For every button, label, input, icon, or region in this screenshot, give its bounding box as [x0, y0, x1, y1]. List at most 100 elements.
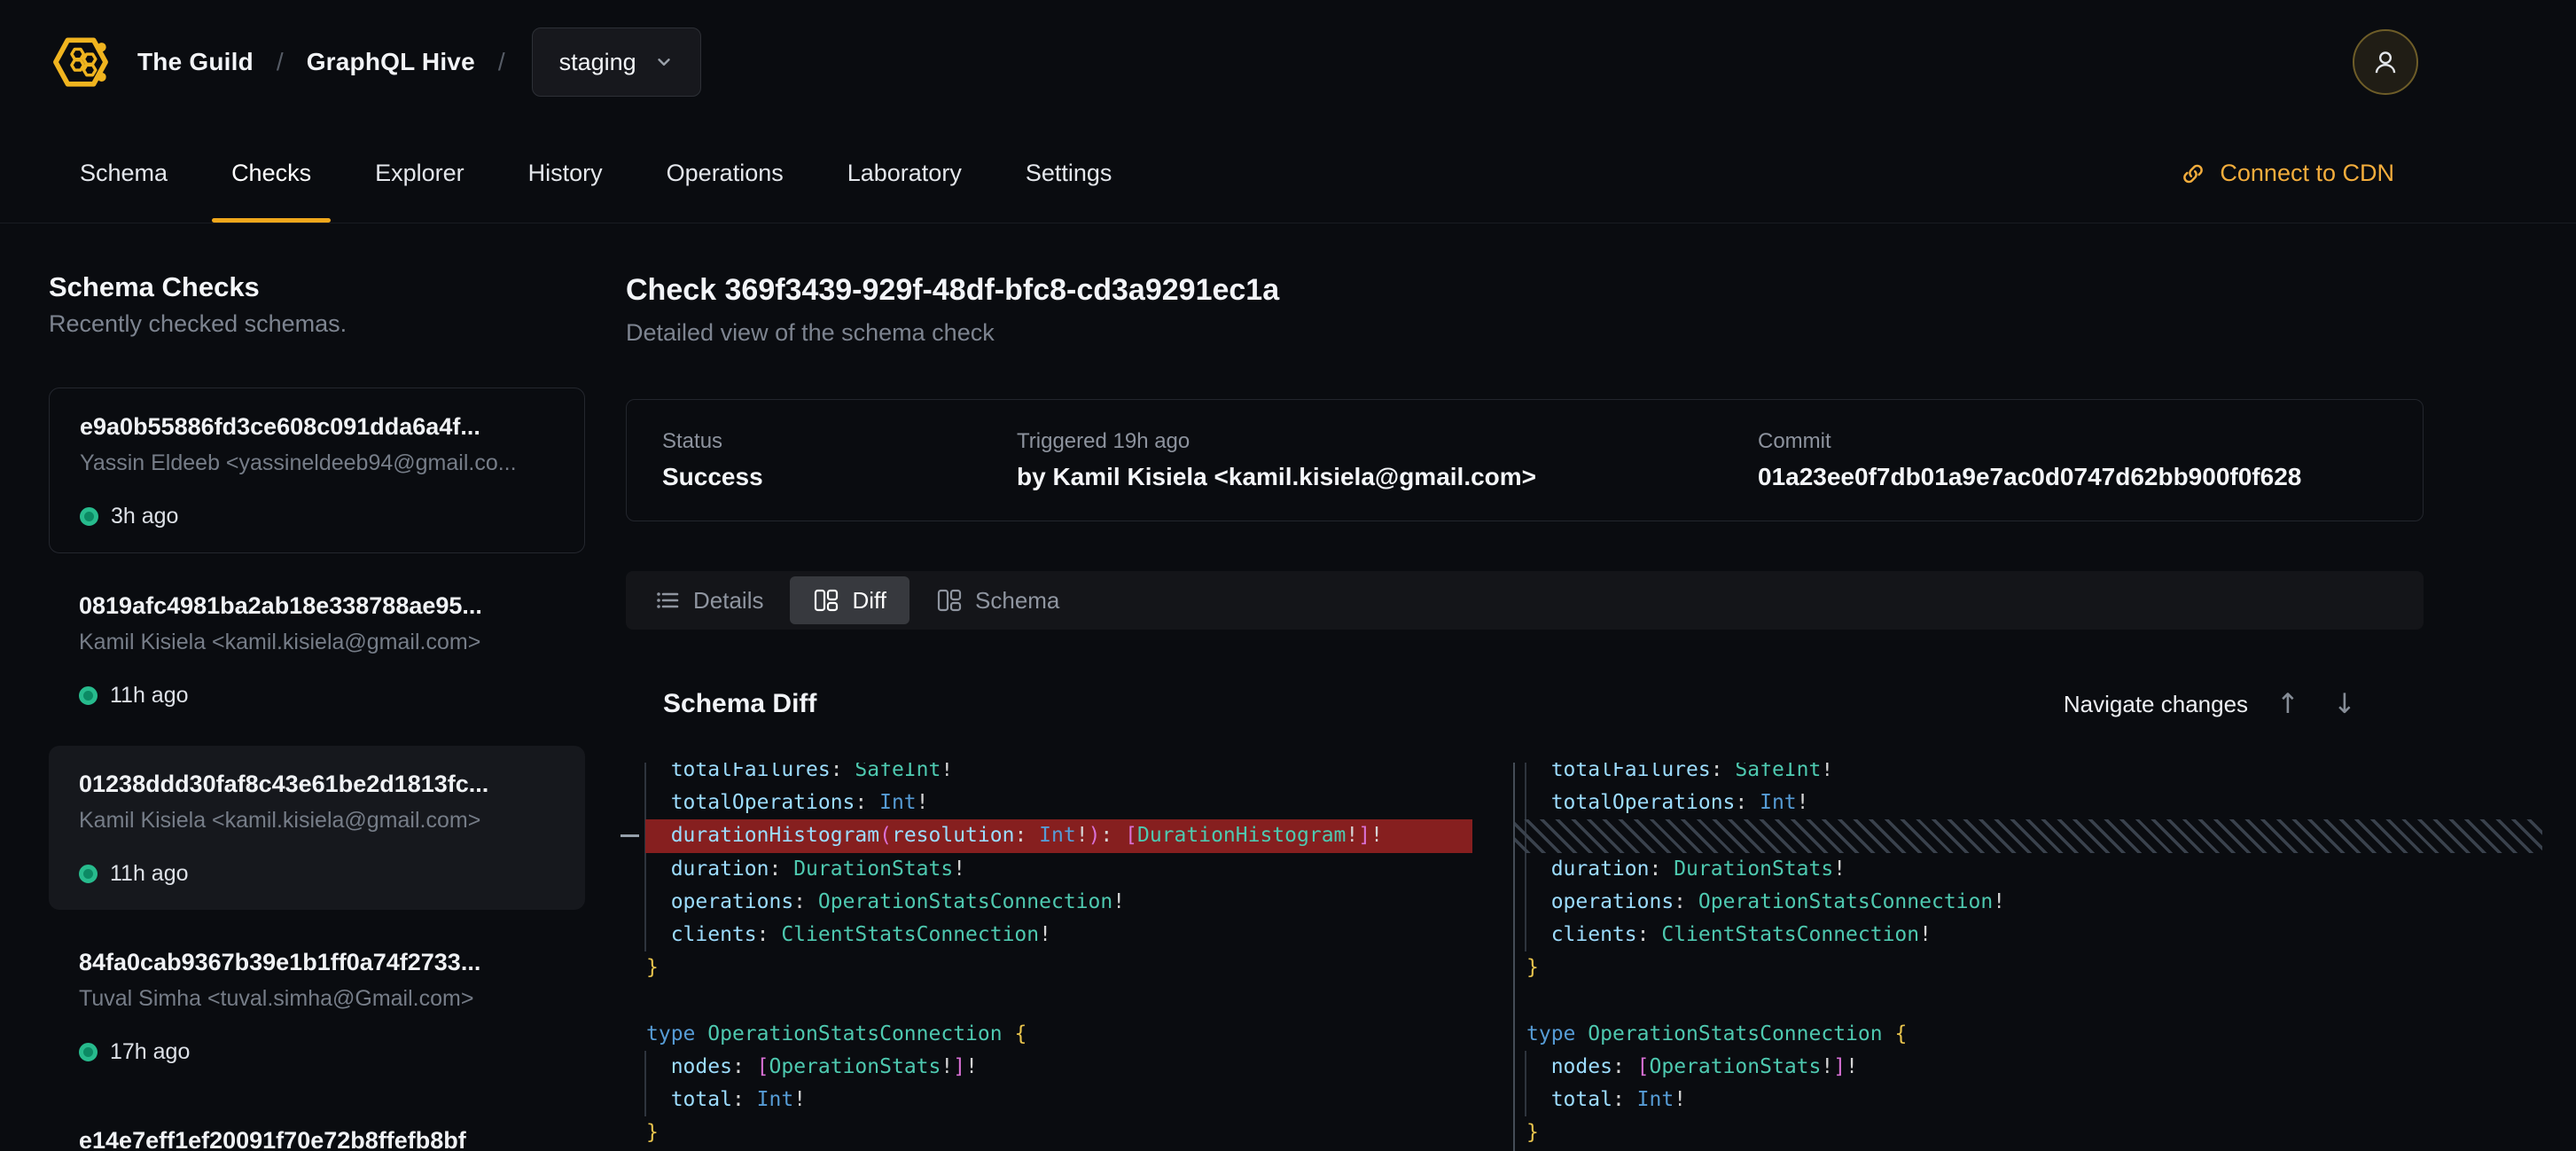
list-icon	[654, 587, 681, 614]
tab-schema-label: Schema	[975, 587, 1059, 615]
columns-icon	[936, 587, 963, 614]
schema-diff-header: Schema Diff Navigate changes ↑ ↓	[626, 686, 2361, 722]
check-author: Kamil Kisiela <kamil.kisiela@gmail.com>	[79, 806, 555, 834]
status-dot-icon	[79, 1043, 98, 1061]
code-line: operations: OperationStatsConnection!	[621, 886, 1472, 919]
link-icon	[2181, 161, 2205, 186]
check-list-item[interactable]: 84fa0cab9367b39e1b1ff0a74f2733... Tuval …	[49, 924, 585, 1088]
chevron-down-icon	[654, 52, 674, 72]
check-author: Kamil Kisiela <kamil.kisiela@gmail.com>	[79, 628, 555, 656]
code-line: totalOperations: Int!	[1515, 787, 2542, 819]
person-icon	[2369, 46, 2401, 78]
code-line: total: Int!	[1515, 1084, 2542, 1116]
app-header: The Guild / GraphQL Hive / staging	[0, 0, 2576, 124]
breadcrumb-project[interactable]: GraphQL Hive	[307, 48, 475, 76]
connect-to-cdn-label: Connect to CDN	[2220, 160, 2394, 187]
code-line: nodes: [OperationStats!]!	[1515, 1051, 2542, 1084]
primary-nav: Schema Checks Explorer History Operation…	[0, 124, 2576, 223]
schema-diff-title: Schema Diff	[663, 686, 816, 722]
code-line: }	[621, 951, 1472, 984]
check-hash: 84fa0cab9367b39e1b1ff0a74f2733...	[79, 947, 555, 977]
triggered-value: by Kamil Kisiela <kamil.kisiela@gmail.co…	[1017, 462, 1758, 492]
triggered-label: Triggered 19h ago	[1017, 428, 1758, 455]
diff-pane-original[interactable]: totalFailures: SafeInt! totalOperations:…	[621, 763, 1472, 1149]
commit-label: Commit	[1758, 428, 2387, 455]
hive-logo-icon[interactable]	[49, 30, 113, 94]
code-line: total: Int!	[621, 1084, 1472, 1116]
check-list-item[interactable]: e9a0b55886fd3ce608c091dda6a4f... Yassin …	[49, 388, 585, 553]
nav-tab-schema[interactable]: Schema	[80, 124, 168, 223]
code-line: }	[1515, 951, 2542, 984]
target-select-value: staging	[559, 49, 636, 76]
sidebar-title: Schema Checks	[49, 271, 585, 303]
page-title: Check 369f3439-929f-48df-bfc8-cd3a9291ec…	[626, 271, 2424, 309]
navigate-changes-label: Navigate changes	[2064, 691, 2248, 718]
tab-details[interactable]: Details	[631, 576, 786, 624]
code-line: }	[1515, 1116, 2542, 1149]
nav-tab-checks[interactable]: Checks	[231, 124, 311, 223]
check-hash: 0819afc4981ba2ab18e338788ae95...	[79, 591, 555, 621]
check-time: 11h ago	[110, 861, 189, 887]
status-dot-icon	[80, 507, 98, 526]
check-author: Yassin Eldeeb <yassineldeeb94@gmail.co..…	[80, 449, 554, 477]
removed-line-minus-icon	[621, 834, 639, 837]
code-line	[1515, 984, 2542, 1017]
check-time: 3h ago	[111, 504, 178, 529]
code-line: nodes: [OperationStats!]!	[621, 1051, 1472, 1084]
breadcrumb-separator: /	[498, 48, 505, 76]
code-line: clients: ClientStatsConnection!	[1515, 919, 2542, 951]
code-line: type OperationStatsConnection {	[621, 1018, 1472, 1051]
check-time: 17h ago	[110, 1039, 190, 1065]
breadcrumb-separator: /	[277, 48, 284, 76]
code-line: clients: ClientStatsConnection!	[621, 919, 1472, 951]
status-label: Status	[662, 428, 1017, 455]
breadcrumb-org[interactable]: The Guild	[137, 48, 254, 76]
code-line: totalOperations: Int!	[621, 787, 1472, 819]
check-list-item[interactable]: e14e7eff1ef20091f70e72b8ffefb8bf	[49, 1102, 585, 1151]
code-line: totalFailures: SafeInt!	[621, 763, 1472, 787]
target-select[interactable]: staging	[532, 27, 701, 97]
check-hash: e14e7eff1ef20091f70e72b8ffefb8bf	[79, 1125, 555, 1151]
code-line	[621, 984, 1472, 1017]
breadcrumb: The Guild / GraphQL Hive /	[137, 48, 505, 76]
tab-diff[interactable]: Diff	[790, 576, 909, 624]
nav-tab-history[interactable]: History	[528, 124, 603, 223]
check-time: 11h ago	[110, 683, 189, 709]
nav-tab-settings[interactable]: Settings	[1026, 124, 1112, 223]
navigate-previous-change-button[interactable]: ↑	[2271, 688, 2305, 720]
check-author: Tuval Simha <tuval.simha@Gmail.com>	[79, 984, 555, 1013]
schema-diff-editor[interactable]: totalFailures: SafeInt! totalOperations:…	[621, 763, 2544, 1151]
check-summary-card: Status Success Triggered 19h ago by Kami…	[626, 399, 2424, 521]
code-line: totalFailures: SafeInt!	[1515, 763, 2542, 787]
diff-pane-modified[interactable]: totalFailures: SafeInt! totalOperations:…	[1515, 763, 2542, 1149]
commit-value: 01a23ee0f7db01a9e7ac0d0747d62bb900f0f628	[1758, 462, 2387, 492]
user-avatar[interactable]	[2353, 29, 2418, 95]
check-list-item[interactable]: 0819afc4981ba2ab18e338788ae95... Kamil K…	[49, 568, 585, 732]
tab-schema[interactable]: Schema	[913, 576, 1082, 624]
nav-tab-laboratory[interactable]: Laboratory	[847, 124, 962, 223]
navigate-next-change-button[interactable]: ↓	[2328, 688, 2361, 720]
columns-icon	[813, 587, 839, 614]
code-line: type OperationStatsConnection {	[1515, 1018, 2542, 1051]
tab-diff-label: Diff	[852, 587, 886, 615]
code-line	[1515, 819, 2542, 852]
tab-details-label: Details	[693, 587, 763, 615]
status-dot-icon	[79, 865, 98, 883]
nav-tab-explorer[interactable]: Explorer	[375, 124, 464, 223]
nav-tab-operations[interactable]: Operations	[667, 124, 784, 223]
main-panel: Check 369f3439-929f-48df-bfc8-cd3a9291ec…	[585, 223, 2424, 1151]
schema-check-list: e9a0b55886fd3ce608c091dda6a4f... Yassin …	[49, 388, 585, 1151]
code-line: }	[621, 1116, 1472, 1149]
connect-to-cdn-link[interactable]: Connect to CDN	[2181, 124, 2394, 223]
code-line: duration: DurationStats!	[621, 853, 1472, 886]
check-hash: 01238ddd30faf8c43e61be2d1813fc...	[79, 769, 555, 799]
code-line: durationHistogram(resolution: Int!): [Du…	[621, 819, 1472, 852]
code-line: duration: DurationStats!	[1515, 853, 2542, 886]
page-subtitle: Detailed view of the schema check	[626, 317, 2424, 348]
check-hash: e9a0b55886fd3ce608c091dda6a4f...	[80, 411, 554, 442]
sidebar-subtitle: Recently checked schemas.	[49, 310, 585, 338]
sidebar: Schema Checks Recently checked schemas. …	[49, 223, 585, 1151]
code-line: operations: OperationStatsConnection!	[1515, 886, 2542, 919]
status-dot-icon	[79, 686, 98, 705]
check-list-item-selected[interactable]: 01238ddd30faf8c43e61be2d1813fc... Kamil …	[49, 746, 585, 910]
